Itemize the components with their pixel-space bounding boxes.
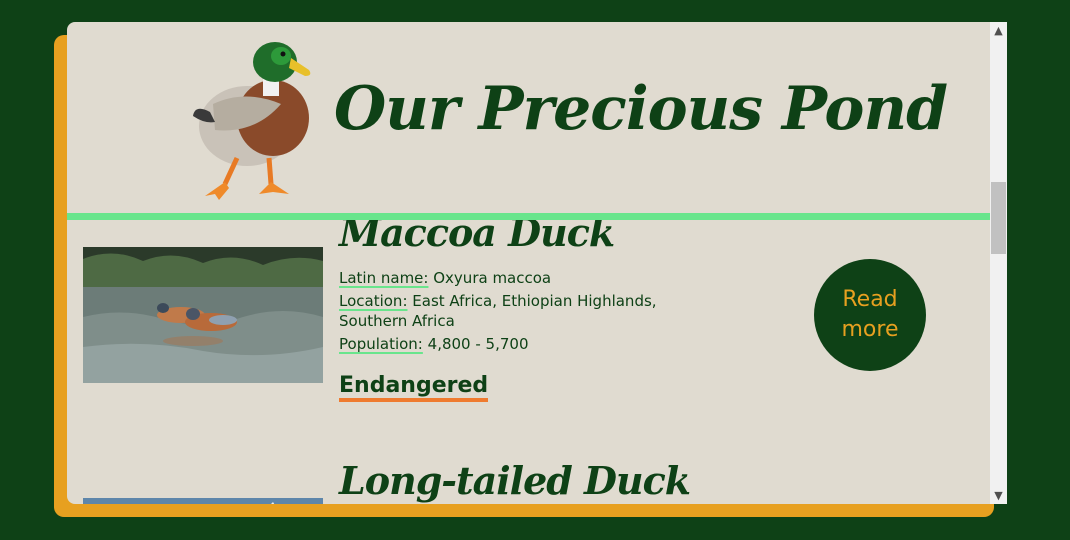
page-panel: Our Precious Pond Maccoa Duck Latin name… (67, 22, 1007, 504)
status-badge: Endangered (339, 374, 489, 402)
fact-label: Location: (339, 292, 408, 310)
fact-population: Population: 4,800 - 5,700 (339, 334, 669, 354)
read-more-button[interactable]: Read more (814, 259, 926, 371)
duck-list[interactable]: Maccoa Duck Latin name: Oxyura maccoa Lo… (67, 220, 990, 504)
fact-label: Latin name: (339, 269, 429, 287)
site-header: Our Precious Pond (67, 22, 990, 213)
mallard-duck-icon (193, 42, 311, 200)
duck-name: Maccoa Duck (339, 220, 615, 255)
duck-photo (83, 247, 323, 383)
duck-facts: Latin name: Oxyura maccoa Location: East… (339, 268, 669, 357)
duck-photo (83, 498, 323, 504)
scroll-up-arrow-icon[interactable]: ▲ (990, 22, 1007, 39)
fact-value: Oxyura maccoa (433, 269, 552, 287)
fact-label: Population: (339, 335, 423, 353)
scroll-down-arrow-icon[interactable]: ▼ (990, 487, 1007, 504)
page-title: Our Precious Pond (334, 74, 948, 144)
header-divider (67, 213, 990, 220)
fact-latin-name: Latin name: Oxyura maccoa (339, 268, 669, 288)
scrollbar[interactable]: ▲ ▼ (990, 22, 1007, 504)
duck-name: Long-tailed Duck (339, 458, 691, 503)
scroll-thumb[interactable] (991, 182, 1006, 254)
fact-value: 4,800 - 5,700 (427, 335, 529, 353)
fact-location: Location: East Africa, Ethiopian Highlan… (339, 291, 669, 331)
